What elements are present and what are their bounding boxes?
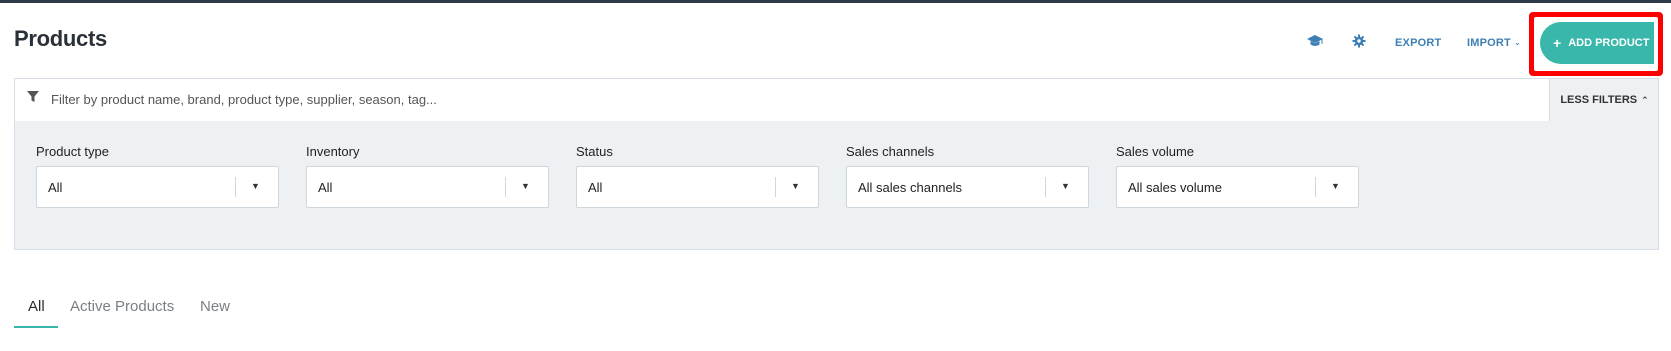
- gear-icon[interactable]: [1351, 33, 1367, 49]
- select-divider: [1045, 177, 1046, 197]
- add-product-button[interactable]: + ADD PRODUCT: [1540, 22, 1654, 64]
- filter-status: Status All ▼: [576, 144, 819, 208]
- filter-label: Inventory: [306, 144, 360, 159]
- filter-label: Sales volume: [1116, 144, 1195, 159]
- sales-channels-select[interactable]: All sales channels ▼: [846, 166, 1089, 208]
- filter-sales-channels: Sales channels All sales channels ▼: [846, 144, 1089, 208]
- add-product-label: ADD PRODUCT: [1568, 37, 1650, 49]
- select-divider: [505, 177, 506, 197]
- graduation-cap-icon[interactable]: [1307, 33, 1323, 49]
- caret-down-icon: ▼: [1061, 181, 1070, 191]
- tab-active-products[interactable]: Active Products: [70, 298, 174, 315]
- plus-icon: +: [1553, 35, 1562, 51]
- active-tab-indicator: [14, 326, 58, 328]
- select-divider: [775, 177, 776, 197]
- filter-label: Sales channels: [846, 144, 935, 159]
- select-divider: [235, 177, 236, 197]
- select-value: All sales channels: [858, 180, 963, 195]
- top-strip: [0, 0, 1671, 3]
- tab-new[interactable]: New: [200, 298, 230, 315]
- filter-label: Product type: [36, 144, 109, 159]
- chevron-down-icon: ⌄: [1513, 38, 1521, 47]
- tab-all[interactable]: All: [28, 298, 45, 315]
- search-input[interactable]: [51, 85, 1531, 113]
- caret-down-icon: ▼: [251, 181, 260, 191]
- import-label: IMPORT: [1467, 37, 1511, 49]
- search-row: [15, 79, 1550, 121]
- select-value: All: [48, 180, 63, 195]
- select-value: All: [588, 180, 603, 195]
- filter-inventory: Inventory All ▼: [306, 144, 549, 208]
- filter-panel: LESS FILTERS ⌃ Product type All ▼ Invent…: [14, 78, 1659, 250]
- caret-down-icon: ▼: [1331, 181, 1340, 191]
- status-select[interactable]: All ▼: [576, 166, 819, 208]
- caret-down-icon: ▼: [791, 181, 800, 191]
- less-filters-button[interactable]: LESS FILTERS ⌃: [1551, 79, 1658, 121]
- filter-product-type: Product type All ▼: [36, 144, 279, 208]
- select-value: All sales volume: [1128, 180, 1222, 195]
- caret-down-icon: ▼: [521, 181, 530, 191]
- import-dropdown[interactable]: IMPORT ⌄: [1467, 37, 1521, 49]
- sales-volume-select[interactable]: All sales volume ▼: [1116, 166, 1359, 208]
- select-value: All: [318, 180, 333, 195]
- filter-sales-volume: Sales volume All sales volume ▼: [1116, 144, 1359, 208]
- less-filters-label: LESS FILTERS: [1560, 94, 1638, 106]
- page-title: Products: [14, 26, 107, 51]
- filter-icon: [27, 90, 41, 104]
- select-divider: [1315, 177, 1316, 197]
- inventory-select[interactable]: All ▼: [306, 166, 549, 208]
- filter-label: Status: [576, 144, 613, 159]
- export-button[interactable]: EXPORT: [1395, 37, 1441, 49]
- product-type-select[interactable]: All ▼: [36, 166, 279, 208]
- chevron-up-icon: ⌃: [1641, 94, 1649, 105]
